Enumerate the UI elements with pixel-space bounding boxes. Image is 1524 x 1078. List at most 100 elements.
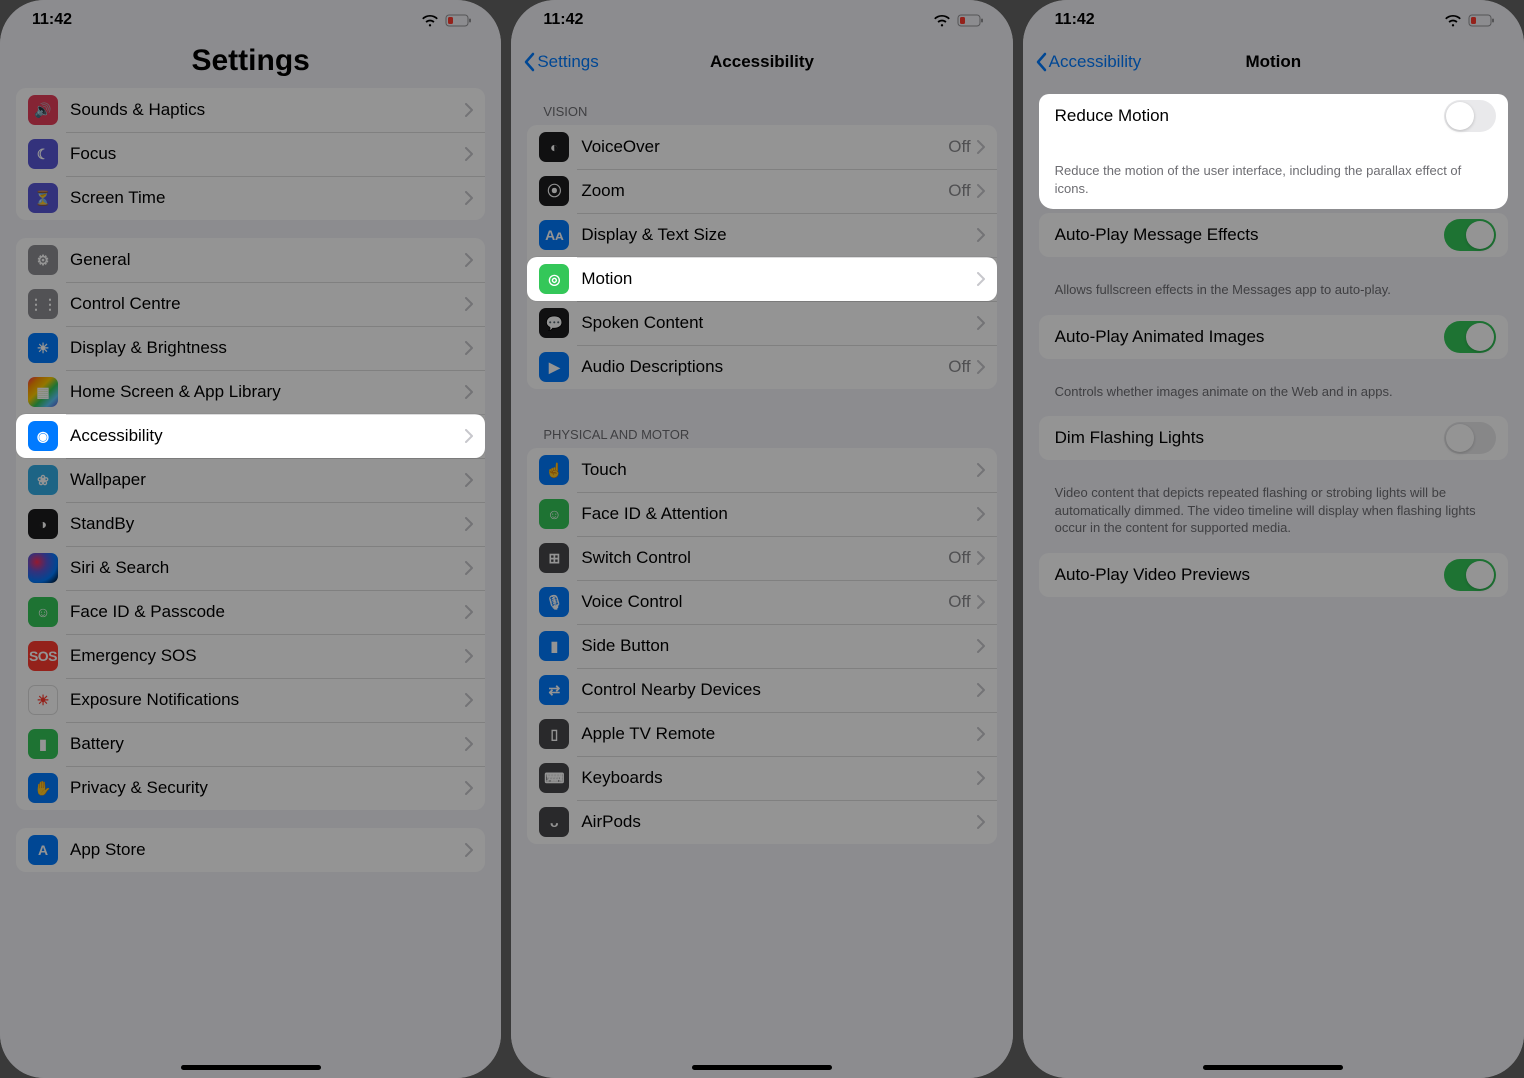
settings-row-sounds-haptics[interactable]: 🔊 Sounds & Haptics [16, 88, 485, 132]
settings-row-audio-descriptions[interactable]: ▶ Audio Descriptions Off [527, 345, 996, 389]
row-label: Control Centre [70, 294, 465, 314]
settings-row-apple-tv-remote[interactable]: ▯ Apple TV Remote [527, 712, 996, 756]
audiodesc-icon: ▶ [539, 352, 569, 382]
settings-group: ☝ Touch ☺ Face ID & Attention ⊞ Switch C… [527, 448, 996, 844]
row-detail: Off [948, 592, 970, 612]
chevron-right-icon [977, 463, 985, 477]
home-screen-icon: ▦ [28, 377, 58, 407]
settings-row-app-store[interactable]: A App Store [16, 828, 485, 872]
textsize-icon: Aᴀ [539, 220, 569, 250]
toggle-switch[interactable] [1444, 219, 1496, 251]
toggle-switch[interactable] [1444, 100, 1496, 132]
row-detail: Off [948, 548, 970, 568]
settings-row-display-brightness[interactable]: ☀ Display & Brightness [16, 326, 485, 370]
wallpaper-icon: ❀ [28, 465, 58, 495]
status-time: 11:42 [1055, 11, 1095, 29]
settings-row-reduce-motion[interactable]: Reduce Motion [1039, 94, 1508, 138]
row-label: StandBy [70, 514, 465, 534]
settings-group: Dim Flashing Lights [1039, 416, 1508, 460]
chevron-right-icon [977, 360, 985, 374]
chevron-right-icon [977, 639, 985, 653]
settings-row-face-id-attention[interactable]: ☺ Face ID & Attention [527, 492, 996, 536]
screen-motion: 11:42 Accessibility Motion Reduce Motion… [1023, 0, 1524, 1078]
voiceover-icon: ◐ [539, 132, 569, 162]
row-label: Face ID & Passcode [70, 602, 465, 622]
home-indicator[interactable] [181, 1065, 321, 1070]
settings-row-dim-flashing-lights[interactable]: Dim Flashing Lights [1039, 416, 1508, 460]
chevron-right-icon [465, 253, 473, 267]
chevron-right-icon [465, 561, 473, 575]
settings-row-zoom[interactable]: ⦿ Zoom Off [527, 169, 996, 213]
settings-row-side-button[interactable]: ▮ Side Button [527, 624, 996, 668]
chevron-right-icon [977, 551, 985, 565]
toggle-switch[interactable] [1444, 422, 1496, 454]
touch-icon: ☝ [539, 455, 569, 485]
settings-row-motion[interactable]: ◎ Motion [527, 257, 996, 301]
settings-row-home-screen-app-library[interactable]: ▦ Home Screen & App Library [16, 370, 485, 414]
battery-low-icon [1468, 14, 1496, 27]
settings-row-exposure-notifications[interactable]: ☀ Exposure Notifications [16, 678, 485, 722]
settings-row-spoken-content[interactable]: 💬 Spoken Content [527, 301, 996, 345]
settings-row-battery[interactable]: ▮ Battery [16, 722, 485, 766]
settings-row-auto-play-video-previews[interactable]: Auto-Play Video Previews [1039, 553, 1508, 597]
chevron-right-icon [465, 103, 473, 117]
siri-icon [28, 553, 58, 583]
row-label: Focus [70, 144, 465, 164]
status-time: 11:42 [32, 11, 72, 29]
row-label: Exposure Notifications [70, 690, 465, 710]
chevron-right-icon [977, 228, 985, 242]
settings-row-airpods[interactable]: ᴗ AirPods [527, 800, 996, 844]
settings-row-standby[interactable]: ◑ StandBy [16, 502, 485, 546]
settings-row-siri-search[interactable]: Siri & Search [16, 546, 485, 590]
sidebutton-icon: ▮ [539, 631, 569, 661]
row-label: Side Button [581, 636, 976, 656]
row-label: VoiceOver [581, 137, 948, 157]
settings-row-face-id-passcode[interactable]: ☺ Face ID & Passcode [16, 590, 485, 634]
settings-row-accessibility[interactable]: ◉ Accessibility [16, 414, 485, 458]
screentime-icon: ⏳ [28, 183, 58, 213]
settings-row-voice-control[interactable]: 🎙 Voice Control Off [527, 580, 996, 624]
chevron-right-icon [977, 140, 985, 154]
back-button[interactable]: Settings [523, 52, 598, 72]
chevron-right-icon [465, 297, 473, 311]
row-label: Emergency SOS [70, 646, 465, 666]
settings-group: ◐ VoiceOver Off ⦿ Zoom Off Aᴀ Display & … [527, 125, 996, 389]
settings-row-general[interactable]: ⚙ General [16, 238, 485, 282]
settings-row-focus[interactable]: ☾ Focus [16, 132, 485, 176]
home-indicator[interactable] [692, 1065, 832, 1070]
settings-row-control-nearby-devices[interactable]: ⇄ Control Nearby Devices [527, 668, 996, 712]
settings-row-display-text-size[interactable]: Aᴀ Display & Text Size [527, 213, 996, 257]
chevron-right-icon [977, 507, 985, 521]
row-label: Screen Time [70, 188, 465, 208]
chevron-right-icon [977, 815, 985, 829]
settings-row-voiceover[interactable]: ◐ VoiceOver Off [527, 125, 996, 169]
spoken-icon: 💬 [539, 308, 569, 338]
row-label: Audio Descriptions [581, 357, 948, 377]
back-button[interactable]: Accessibility [1035, 52, 1142, 72]
settings-row-keyboards[interactable]: ⌨ Keyboards [527, 756, 996, 800]
toggle-switch[interactable] [1444, 321, 1496, 353]
row-label: Apple TV Remote [581, 724, 976, 744]
settings-row-auto-play-animated-images[interactable]: Auto-Play Animated Images [1039, 315, 1508, 359]
settings-row-privacy-security[interactable]: ✋ Privacy & Security [16, 766, 485, 810]
settings-row-control-centre[interactable]: ⋮⋮ Control Centre [16, 282, 485, 326]
home-indicator[interactable] [1203, 1065, 1343, 1070]
settings-row-touch[interactable]: ☝ Touch [527, 448, 996, 492]
chevron-right-icon [977, 683, 985, 697]
settings-row-auto-play-message-effects[interactable]: Auto-Play Message Effects [1039, 213, 1508, 257]
settings-row-emergency-sos[interactable]: SOS Emergency SOS [16, 634, 485, 678]
status-time: 11:42 [543, 11, 583, 29]
row-label: Siri & Search [70, 558, 465, 578]
accessibility-icon: ◉ [28, 421, 58, 451]
row-label: AirPods [581, 812, 976, 832]
chevron-right-icon [977, 727, 985, 741]
chevron-left-icon [1035, 52, 1047, 72]
toggle-switch[interactable] [1444, 559, 1496, 591]
settings-row-switch-control[interactable]: ⊞ Switch Control Off [527, 536, 996, 580]
settings-row-wallpaper[interactable]: ❀ Wallpaper [16, 458, 485, 502]
privacy-icon: ✋ [28, 773, 58, 803]
row-label: Switch Control [581, 548, 948, 568]
row-label: Wallpaper [70, 470, 465, 490]
footer-text: Allows fullscreen effects in the Message… [1039, 275, 1508, 315]
settings-row-screen-time[interactable]: ⏳ Screen Time [16, 176, 485, 220]
